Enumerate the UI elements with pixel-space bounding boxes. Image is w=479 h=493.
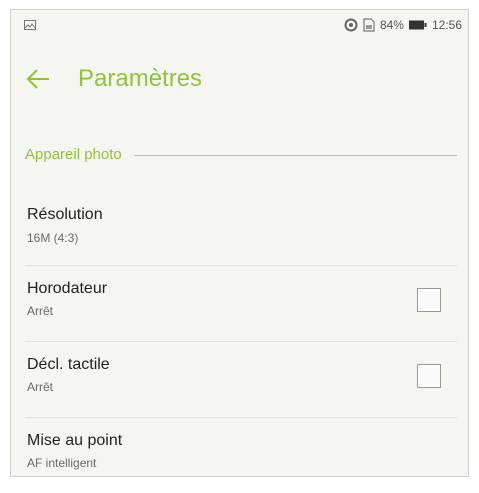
touch-shutter-checkbox[interactable] xyxy=(417,364,441,388)
page-title: Paramètres xyxy=(78,65,203,92)
toolbar: Paramètres xyxy=(11,62,468,96)
image-notification-icon xyxy=(24,20,36,30)
setting-title: Résolution xyxy=(27,206,103,223)
setting-resolution[interactable]: Résolution 16M (4:3) xyxy=(25,190,457,266)
setting-title: Horodateur xyxy=(27,280,108,297)
setting-title: Mise au point xyxy=(27,432,123,449)
setting-value: AF intelligent xyxy=(27,456,97,470)
section-header: Appareil photo xyxy=(25,144,457,166)
settings-screen: 84% 12:56 Paramètres Appareil photo Réso… xyxy=(10,9,469,477)
timestamp-checkbox[interactable] xyxy=(417,288,441,312)
setting-focus-mode[interactable]: Mise au point AF intelligent xyxy=(25,418,457,476)
setting-title: Décl. tactile xyxy=(27,356,110,373)
section-title: Appareil photo xyxy=(25,146,122,163)
setting-value: Arrêt xyxy=(27,304,54,318)
setting-timestamp[interactable]: Horodateur Arrêt xyxy=(25,266,457,342)
arrow-left-icon[interactable] xyxy=(25,67,51,91)
setting-value: 16M (4:3) xyxy=(27,231,79,245)
sim-icon xyxy=(363,18,375,32)
setting-touch-shutter[interactable]: Décl. tactile Arrêt xyxy=(25,342,457,418)
battery-percent: 84% xyxy=(379,18,404,32)
battery-icon xyxy=(408,20,427,30)
status-bar: 84% 12:56 xyxy=(11,10,468,40)
sync-icon xyxy=(344,18,358,32)
section-divider xyxy=(133,154,457,156)
status-icons: 84% 12:56 xyxy=(344,18,462,32)
clock: 12:56 xyxy=(431,18,462,32)
setting-value: Arrêt xyxy=(27,380,54,394)
